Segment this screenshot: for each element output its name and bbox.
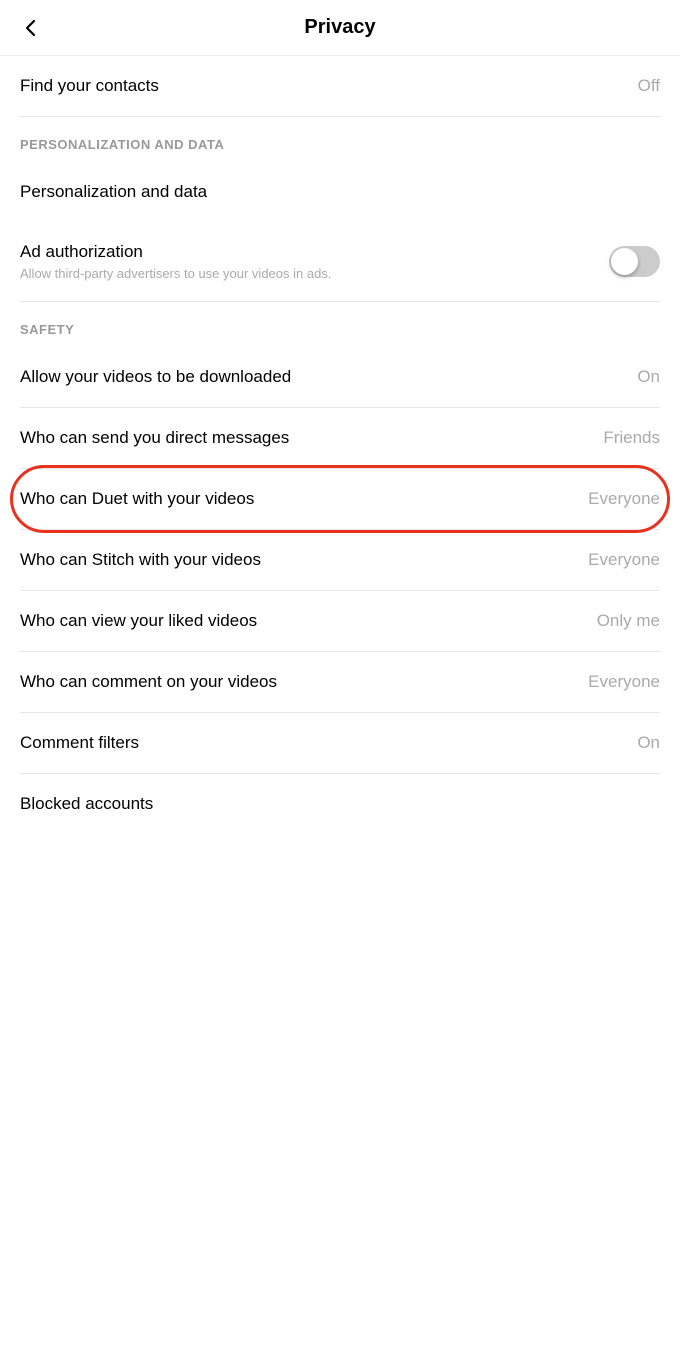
safety-section-header: SAFETY xyxy=(0,302,680,347)
find-contacts-row[interactable]: Find your contacts Off xyxy=(0,56,680,116)
back-button[interactable] xyxy=(20,17,42,39)
toggle-knob xyxy=(611,248,638,275)
comment-value: Everyone xyxy=(588,672,660,692)
personalization-section-header: PERSONALIZATION AND DATA xyxy=(0,117,680,162)
direct-messages-row[interactable]: Who can send you direct messages Friends xyxy=(0,408,680,468)
page-title: Privacy xyxy=(304,16,375,39)
stitch-value: Everyone xyxy=(588,550,660,570)
comment-label: Who can comment on your videos xyxy=(20,672,578,692)
ad-authorization-toggle[interactable] xyxy=(609,246,660,277)
liked-videos-label: Who can view your liked videos xyxy=(20,611,587,631)
personalization-row[interactable]: Personalization and data xyxy=(0,162,680,222)
find-contacts-label: Find your contacts xyxy=(20,76,628,96)
liked-videos-value: Only me xyxy=(597,611,660,631)
blocked-accounts-label: Blocked accounts xyxy=(20,794,660,814)
comment-filters-row[interactable]: Comment filters On xyxy=(0,713,680,773)
comment-row[interactable]: Who can comment on your videos Everyone xyxy=(0,652,680,712)
comment-filters-label: Comment filters xyxy=(20,733,627,753)
allow-downloads-label: Allow your videos to be downloaded xyxy=(20,367,627,387)
direct-messages-label: Who can send you direct messages xyxy=(20,428,593,448)
stitch-label: Who can Stitch with your videos xyxy=(20,550,578,570)
duet-value: Everyone xyxy=(588,489,660,509)
liked-videos-row[interactable]: Who can view your liked videos Only me xyxy=(0,591,680,651)
ad-authorization-label: Ad authorization xyxy=(20,242,609,262)
find-contacts-value: Off xyxy=(638,76,660,96)
ad-authorization-row[interactable]: Ad authorization Allow third-party adver… xyxy=(0,222,680,301)
direct-messages-value: Friends xyxy=(603,428,660,448)
personalization-label: Personalization and data xyxy=(20,182,660,202)
allow-downloads-value: On xyxy=(637,367,660,387)
ad-authorization-content: Ad authorization Allow third-party adver… xyxy=(20,242,609,281)
stitch-row[interactable]: Who can Stitch with your videos Everyone xyxy=(0,530,680,590)
comment-filters-value: On xyxy=(637,733,660,753)
duet-row[interactable]: Who can Duet with your videos Everyone xyxy=(0,469,680,529)
header: Privacy xyxy=(0,0,680,56)
blocked-accounts-row[interactable]: Blocked accounts xyxy=(0,774,680,834)
duet-label: Who can Duet with your videos xyxy=(20,489,578,509)
ad-authorization-sublabel: Allow third-party advertisers to use you… xyxy=(20,266,609,281)
allow-downloads-row[interactable]: Allow your videos to be downloaded On xyxy=(0,347,680,407)
